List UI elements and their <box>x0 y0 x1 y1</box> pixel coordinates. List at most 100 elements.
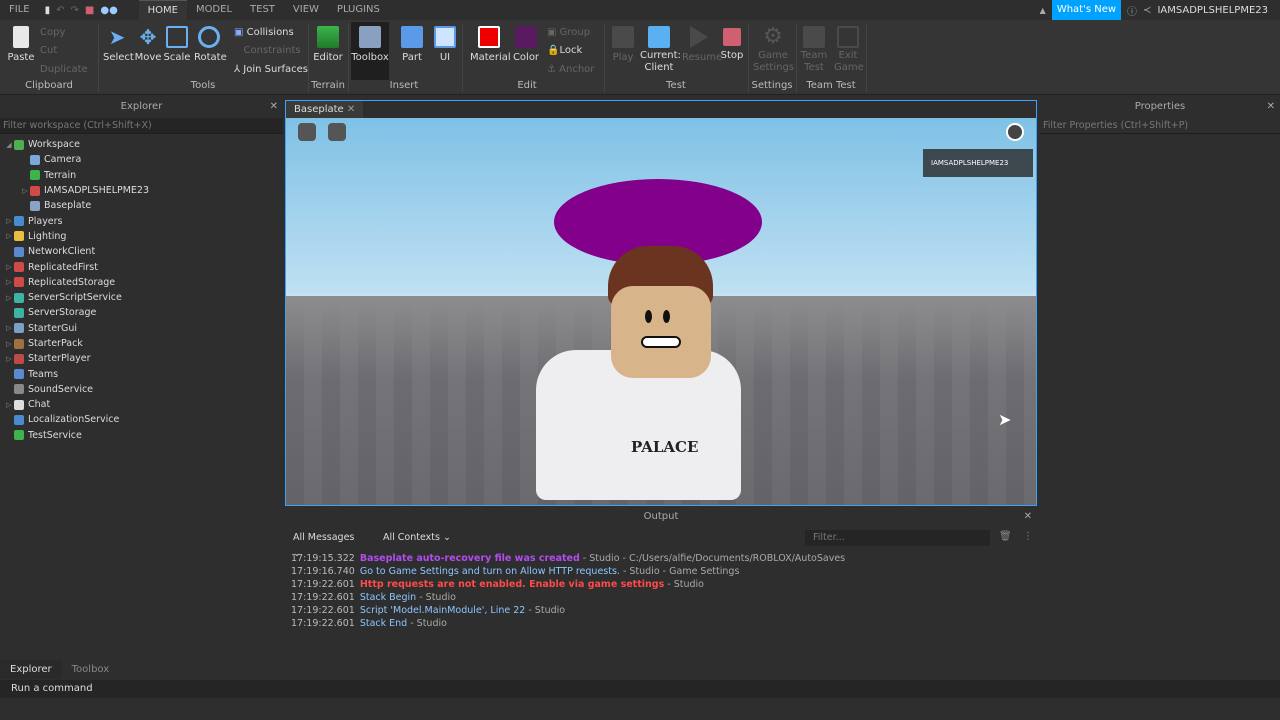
explorer-item-starterplayer[interactable]: ▷ StarterPlayer <box>0 351 283 366</box>
explorer-item-chat[interactable]: ▷ Chat <box>0 397 283 412</box>
color-button[interactable]: Color <box>512 22 540 63</box>
move-button[interactable]: ✥ Move <box>134 22 162 63</box>
tab-home[interactable]: HOME <box>138 0 187 20</box>
paste-button[interactable]: Paste <box>6 22 36 63</box>
log-source: - Studio - C:/Users/alfie/Documents/ROBL… <box>579 553 846 564</box>
file-menu[interactable]: FILE <box>0 0 39 20</box>
expand-arrow-icon[interactable]: ▷ <box>4 294 14 302</box>
binoculars-icon[interactable]: ●● <box>100 5 117 16</box>
explorer-item-testservice[interactable]: TestService <box>0 428 283 443</box>
tab-view[interactable]: VIEW <box>284 0 328 20</box>
expand-arrow-icon[interactable]: ▷ <box>4 401 14 409</box>
explorer-item-serverstorage[interactable]: ServerStorage <box>0 305 283 320</box>
tab-plugins[interactable]: PLUGINS <box>328 0 389 20</box>
constraints-toggle[interactable]: Constraints <box>234 45 301 56</box>
material-button[interactable]: Material <box>470 22 511 63</box>
collisions-toggle[interactable]: ▣ Collisions <box>234 27 294 38</box>
clear-output-icon[interactable]: 🗑 <box>999 531 1012 542</box>
close-icon[interactable]: ✕ <box>1267 100 1275 114</box>
tab-baseplate[interactable]: Baseplate ✕ <box>286 101 364 118</box>
join-surfaces-toggle[interactable]: ⅄ Join Surfaces <box>234 64 308 75</box>
command-bar-input[interactable]: Run a command <box>0 680 1280 698</box>
toolbox-button[interactable]: Toolbox <box>351 22 389 80</box>
explorer-item-replicatedstorage[interactable]: ▷ ReplicatedStorage <box>0 275 283 290</box>
explorer-item-baseplate[interactable]: Baseplate <box>0 198 283 213</box>
expand-arrow-icon[interactable]: ▷ <box>4 340 14 348</box>
game-viewport[interactable]: IAMSADPLSHELPME23 PALACE ➤ <box>286 118 1036 505</box>
explorer-item-label: Lighting <box>28 230 67 242</box>
explorer-item-startergui[interactable]: ▷ StarterGui <box>0 321 283 336</box>
ui-button[interactable]: UI <box>432 22 458 63</box>
exit-game-button[interactable]: Exit Game <box>834 22 864 74</box>
help-icon[interactable]: ⓘ <box>1127 3 1137 18</box>
rotate-button[interactable]: Rotate <box>194 22 227 63</box>
collapse-ribbon-icon[interactable]: ▲ <box>1040 6 1046 15</box>
more-options-icon[interactable] <box>1006 123 1024 141</box>
expand-arrow-icon[interactable]: ▷ <box>4 232 14 240</box>
explorer-item-iamsadplshelpme23[interactable]: ▷ IAMSADPLSHELPME23 <box>0 183 283 198</box>
close-icon[interactable]: ✕ <box>1024 510 1032 524</box>
explorer-item-workspace[interactable]: ◢ Workspace <box>0 137 283 152</box>
output-filter-input[interactable]: Filter... <box>805 530 990 546</box>
explorer-item-terrain[interactable]: Terrain <box>0 168 283 183</box>
expand-arrow-icon[interactable]: ▷ <box>20 187 30 195</box>
current-client-button[interactable]: Current: Client <box>640 22 681 74</box>
terrain-editor-button[interactable]: Editor <box>312 22 344 63</box>
whats-new-button[interactable]: What's New <box>1051 0 1122 20</box>
roblox-menu-icon[interactable] <box>298 123 316 141</box>
message-filter-dropdown[interactable]: All Messages ⌄ <box>285 530 365 559</box>
duplicate-button[interactable]: Duplicate <box>40 64 88 75</box>
team-test-button[interactable]: Team Test <box>800 22 828 74</box>
explorer-item-label: ServerScriptService <box>28 292 122 304</box>
anchor-button[interactable]: ⚓ Anchor <box>547 64 594 75</box>
properties-filter-input[interactable]: Filter Properties (Ctrl+Shift+P) <box>1040 118 1280 134</box>
explorer-item-soundservice[interactable]: SoundService <box>0 382 283 397</box>
tab-model[interactable]: MODEL <box>187 0 241 20</box>
explorer-item-players[interactable]: ▷ Players <box>0 213 283 228</box>
explorer-item-lighting[interactable]: ▷ Lighting <box>0 229 283 244</box>
game-settings-button[interactable]: ⚙ Game Settings <box>753 22 794 74</box>
context-filter-dropdown[interactable]: All Contexts ⌄ <box>375 530 455 546</box>
scale-button[interactable]: Scale <box>163 22 191 63</box>
resume-icon <box>690 26 708 48</box>
user-menu[interactable]: IAMSADPLSHELPME23 <box>1157 5 1268 16</box>
explorer-item-teams[interactable]: Teams <box>0 366 283 381</box>
explorer-item-networkclient[interactable]: NetworkClient <box>0 244 283 259</box>
new-file-icon[interactable]: ▮ <box>45 5 51 16</box>
expand-arrow-icon[interactable]: ▷ <box>4 324 14 332</box>
explorer-item-camera[interactable]: Camera <box>0 152 283 167</box>
select-button[interactable]: ➤ Select <box>103 22 134 63</box>
tab-test[interactable]: TEST <box>241 0 284 20</box>
tab-explorer[interactable]: Explorer <box>0 660 62 679</box>
undo-icon[interactable]: ↶ <box>56 5 64 16</box>
share-icon[interactable]: ≺ <box>1143 5 1151 16</box>
player-list-entry[interactable]: IAMSADPLSHELPME23 <box>923 149 1033 177</box>
lock-button[interactable]: 🔒Lock <box>547 45 582 56</box>
tab-toolbox[interactable]: Toolbox <box>62 660 120 679</box>
close-icon[interactable]: ✕ <box>270 100 278 114</box>
redo-icon[interactable]: ↷ <box>71 5 79 16</box>
close-tab-icon[interactable]: ✕ <box>347 104 355 115</box>
cut-button[interactable]: Cut <box>40 45 57 56</box>
lock-icon: 🔒 <box>547 45 560 56</box>
play-button[interactable]: Play <box>610 22 636 63</box>
copy-button[interactable]: Copy <box>40 27 65 38</box>
expand-arrow-icon[interactable]: ▷ <box>4 278 14 286</box>
expand-arrow-icon[interactable]: ◢ <box>4 141 14 149</box>
expand-arrow-icon[interactable]: ▷ <box>4 263 14 271</box>
chat-icon[interactable] <box>328 123 346 141</box>
resume-button[interactable]: Resume <box>682 22 722 63</box>
group-button[interactable]: ▣ Group <box>547 27 590 38</box>
explorer-item-serverscriptservice[interactable]: ▷ ServerScriptService <box>0 290 283 305</box>
explorer-item-replicatedfirst[interactable]: ▷ ReplicatedFirst <box>0 259 283 274</box>
expand-arrow-icon[interactable]: ▷ <box>4 217 14 225</box>
expand-arrow-icon[interactable]: ▷ <box>4 355 14 363</box>
part-button[interactable]: Part <box>398 22 426 63</box>
stop-button[interactable]: Stop <box>720 22 744 61</box>
output-menu-icon[interactable]: ⋮ <box>1023 531 1033 542</box>
log-timestamp: 17:19:22.601 <box>291 605 355 616</box>
explorer-item-starterpack[interactable]: ▷ StarterPack <box>0 336 283 351</box>
explorer-item-localizationservice[interactable]: LocalizationService <box>0 412 283 427</box>
stop-icon[interactable]: ■ <box>85 5 94 16</box>
explorer-filter-input[interactable]: Filter workspace (Ctrl+Shift+X) <box>0 118 283 134</box>
